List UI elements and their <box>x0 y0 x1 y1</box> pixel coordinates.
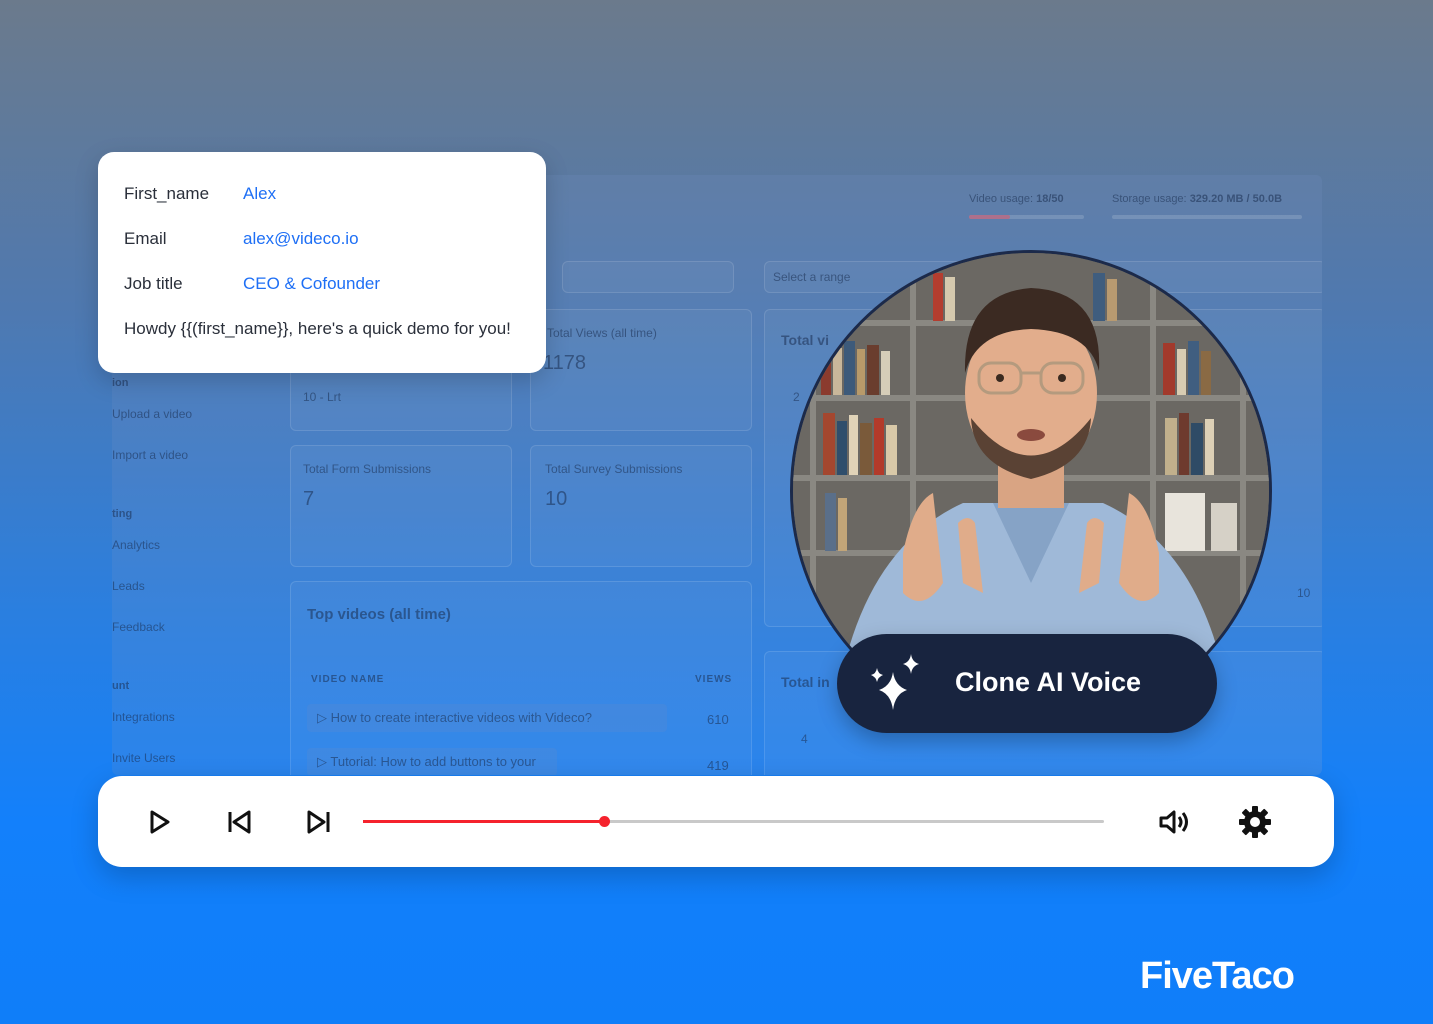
email-value: alex@videco.io <box>243 229 359 248</box>
video-row[interactable]: ▷ Tutorial: How to add buttons to your v… <box>307 748 557 775</box>
stat-card-surveys: Total Survey Submissions 10 <box>530 445 752 567</box>
sidebar-item-feedback[interactable]: Feedback <box>112 620 165 634</box>
personalization-card: First_name Alex Email alex@videco.io Job… <box>98 152 546 373</box>
skip-back-icon[interactable] <box>221 804 257 840</box>
storage-usage-bar <box>1112 215 1302 219</box>
sidebar-item-invite[interactable]: Invite Users <box>112 751 175 765</box>
sidebar-item-leads[interactable]: Leads <box>112 579 145 593</box>
job-title-label: Job title <box>124 274 183 293</box>
video-row[interactable]: ▷ How to create interactive videos with … <box>307 704 667 732</box>
progress-fill <box>363 820 604 823</box>
skip-forward-icon[interactable] <box>301 804 337 840</box>
sidebar-heading: unt <box>112 680 130 692</box>
fivetaco-logo: FiveTaco <box>1140 955 1295 997</box>
sidebar-heading: ion <box>112 377 129 389</box>
sidebar-item-analytics[interactable]: Analytics <box>112 538 160 552</box>
progress-bar[interactable] <box>363 816 1104 827</box>
storage-usage: Storage usage: 329.20 MB / 50.0B <box>1112 193 1283 205</box>
badge-label: Clone AI Voice <box>955 667 1142 697</box>
template-message: Howdy {{(first_name}}, here's a quick de… <box>124 319 511 338</box>
sidebar-item-upload[interactable]: Upload a video <box>112 407 192 421</box>
progress-knob[interactable] <box>598 816 610 827</box>
play-icon[interactable] <box>140 804 176 840</box>
clone-ai-voice-badge[interactable]: Clone AI Voice <box>837 634 1217 733</box>
video-usage: Video usage: 18/50 <box>969 193 1064 205</box>
job-title-value: CEO & Cofounder <box>243 274 381 293</box>
stat-card-forms: Total Form Submissions 7 <box>290 445 512 567</box>
video-usage-bar <box>969 215 1084 219</box>
sparkles-icon <box>871 654 919 710</box>
sidebar-item-import[interactable]: Import a video <box>112 448 188 462</box>
sidebar-item-integrations[interactable]: Integrations <box>112 710 175 724</box>
gear-icon[interactable] <box>1237 804 1273 840</box>
first-name-label: First_name <box>124 184 210 203</box>
email-label: Email <box>124 229 167 248</box>
sidebar-heading: ting <box>112 508 133 520</box>
top-videos-card: Top videos (all time) VIDEO NAME VIEWS ▷… <box>290 581 752 775</box>
volume-icon[interactable] <box>1156 804 1192 840</box>
video-player-controls <box>98 776 1334 867</box>
first-name-value: Alex <box>243 184 277 203</box>
filter-select[interactable] <box>562 261 734 293</box>
stat-card-views: Total Views (all time) 1178 <box>530 309 752 431</box>
